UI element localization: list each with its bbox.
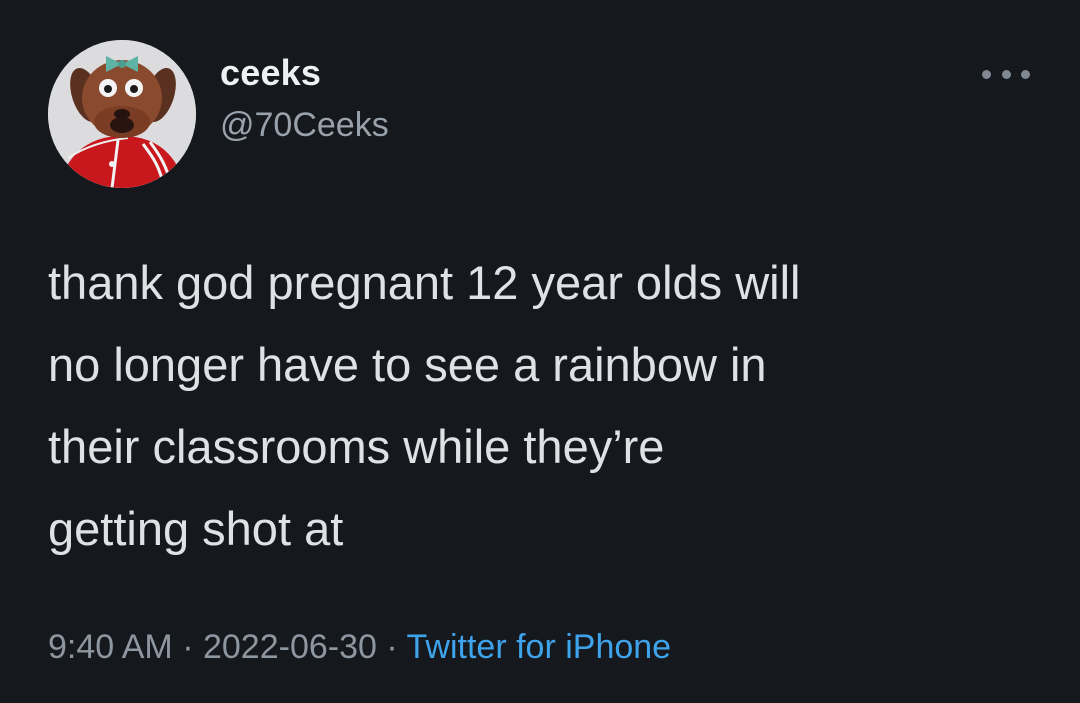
meta-separator: · xyxy=(386,628,398,666)
more-options-icon[interactable] xyxy=(982,56,1030,92)
tweet-date[interactable]: 2022-06-30 xyxy=(203,628,377,666)
meta-separator: · xyxy=(182,628,194,666)
user-handle[interactable]: @70Ceeks xyxy=(220,106,389,145)
tweet-time[interactable]: 9:40 AM xyxy=(48,628,173,666)
tweet-text: thank god pregnant 12 year olds will no … xyxy=(48,256,801,555)
avatar[interactable] xyxy=(48,40,196,188)
tweet-card: ceeks @70Ceeks thank god pregnant 12 yea… xyxy=(0,0,1080,703)
dot-icon xyxy=(1021,69,1030,79)
tweet-meta: 9:40 AM · 2022-06-30 · Twitter for iPhon… xyxy=(48,628,671,667)
puppet-avatar-icon xyxy=(48,40,196,188)
display-name[interactable]: ceeks xyxy=(220,52,321,94)
dot-icon xyxy=(1001,69,1011,79)
tweet-source-link[interactable]: Twitter for iPhone xyxy=(407,628,672,666)
dot-icon xyxy=(982,69,991,79)
